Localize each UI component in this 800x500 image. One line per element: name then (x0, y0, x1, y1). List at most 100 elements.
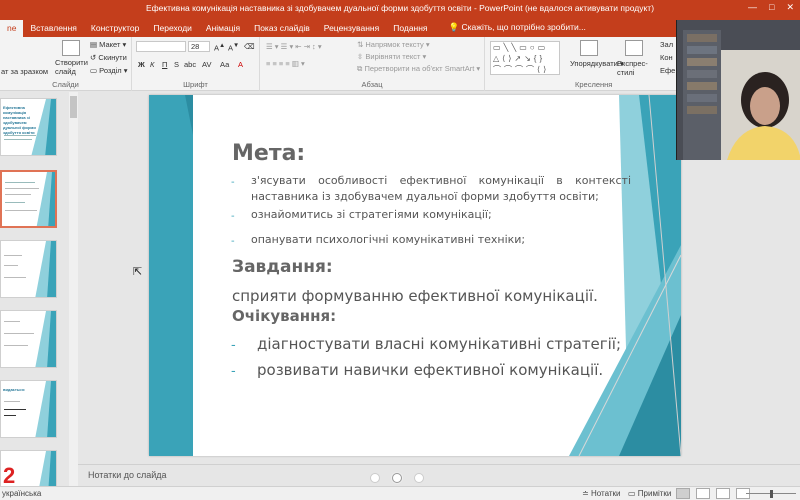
slide-thumbnail-selected[interactable] (0, 170, 57, 228)
smartart-button[interactable]: ⧉ Перетворити на об'єкт SmartArt ▾ (357, 64, 480, 74)
thumbnail-scrollbar[interactable] (69, 92, 78, 488)
goal-item: ознайомитись зі стратегіями комунікації; (251, 208, 492, 221)
notes-icon: ≐ (582, 489, 591, 498)
text-direction-button[interactable]: ⇅ Напрямок тексту ▾ (357, 40, 430, 49)
heading-tasks: Завдання: (232, 257, 333, 277)
language-indicator[interactable]: українська (2, 489, 41, 498)
font-family-field[interactable] (136, 41, 186, 52)
normal-view-icon[interactable] (676, 488, 690, 499)
slides-group-label: Слайди (52, 80, 79, 89)
shape-outline-button[interactable]: Кон (660, 53, 673, 62)
font-size-field[interactable]: 28 (188, 41, 210, 52)
tab-view[interactable]: Подання (386, 23, 434, 37)
thumbnail-line (5, 182, 35, 183)
slide-thumbnail[interactable]: видається: (0, 380, 57, 438)
heading-expectations: Очікування: (232, 307, 337, 325)
italic-button[interactable]: К (150, 60, 154, 69)
tab-review[interactable]: Рецензування (317, 23, 386, 37)
slide-thumbnail[interactable]: Ефективна комунікація наставника зі здоб… (0, 98, 57, 156)
indicator-dot (414, 473, 424, 483)
align-icons[interactable]: ≡ ≡ ≡ ≡ ▥ ▾ (266, 59, 305, 68)
shadow-button[interactable]: abc (184, 60, 196, 69)
thumbnail-line (4, 255, 22, 256)
bold-button[interactable]: Ж (138, 60, 145, 69)
font-group-label: Шрифт (183, 80, 208, 89)
bullets-icon[interactable]: ☰ ▾ ☰ ▾ ⇤ ⇥ ↕ ▾ (266, 42, 322, 51)
clear-format-icon[interactable]: ⌫ (244, 42, 255, 51)
lightbulb-icon: 💡 (448, 22, 462, 32)
expectation-item: діагностувати власні комунікативні страт… (257, 335, 622, 353)
slide-thumbnail[interactable] (0, 240, 57, 298)
paragraph-group-label: Абзац (361, 80, 383, 89)
comment-icon: ▭ (628, 489, 638, 498)
goal-item: з'ясувати особливості ефективної комунік… (251, 174, 631, 203)
change-case-button[interactable]: Аа (220, 60, 229, 69)
thumbnail-line (5, 188, 39, 189)
thumbnail-line (4, 345, 28, 346)
shapes-gallery[interactable]: ▭╲╲▭○▭△⟨⟩↗↘{}⌒⌒⌒⌒⟨⟩☆ (490, 41, 560, 75)
thumbnail-line (4, 277, 26, 278)
tab-insert[interactable]: Вставлення (23, 23, 83, 37)
bullet-marker: - (231, 211, 235, 222)
thumbnail-line (4, 321, 20, 322)
slide-canvas[interactable]: Мета: - з'ясувати особливості ефективної… (149, 95, 681, 456)
shape-fill-button[interactable]: Зал (660, 40, 673, 49)
notes-indicator-dots (370, 473, 424, 483)
shrink-font-icon[interactable]: A▼ (228, 42, 239, 53)
new-slide-icon (62, 40, 80, 56)
font-color-button[interactable]: A (238, 60, 243, 69)
slide-thumbnail[interactable] (0, 310, 57, 368)
scrollbar-thumb[interactable] (70, 96, 77, 118)
ribbon-group-font: 28 A▲ A▼ ⌫ Ж К П S abc AV Аа A Шрифт (132, 37, 260, 91)
section-button[interactable]: ▭ Розділ ▾ (90, 66, 127, 75)
slide-background-decoration (149, 95, 681, 456)
reading-view-icon[interactable] (716, 488, 730, 499)
tab-slideshow[interactable]: Показ слайдів (247, 23, 317, 37)
webcam-video (676, 20, 800, 160)
notes-pane[interactable]: Нотатки до слайда (78, 464, 800, 486)
new-slide-button[interactable]: Створити слайд (55, 58, 89, 76)
bullet-marker: - (231, 338, 236, 353)
status-bar: українська ≐ Нотатки ▭ Примітки (0, 486, 800, 500)
expectation-item: розвивати навички ефективної комунікації… (257, 361, 604, 379)
arrange-button[interactable]: Упорядкувати ▾ (570, 59, 624, 68)
close-icon[interactable]: ✕ (786, 2, 794, 13)
shape-effects-button[interactable]: Ефе (660, 66, 675, 75)
reset-button[interactable]: ↺ Скинути (90, 53, 127, 62)
thumbnail-number: 2 (3, 463, 16, 488)
thumbnail-decoration (36, 172, 55, 226)
strikethrough-button[interactable]: S (174, 60, 179, 69)
thumbnail-line (4, 139, 32, 140)
zoom-slider-handle[interactable] (770, 490, 773, 498)
slide-thumbnail[interactable]: 2 (0, 450, 57, 488)
maximize-icon[interactable]: □ (769, 2, 774, 13)
underline-button[interactable]: П (162, 60, 167, 69)
tab-home[interactable]: ne (0, 20, 24, 37)
char-spacing-button[interactable]: AV (202, 60, 211, 69)
thumbnail-heading: видається: (3, 387, 26, 392)
thumbnail-line (5, 194, 31, 195)
quick-styles-icon (625, 40, 643, 56)
tab-design[interactable]: Конструктор (84, 23, 146, 37)
quick-styles-button[interactable]: Експрес-стилі (617, 59, 648, 77)
tab-transitions[interactable]: Переходи (146, 23, 199, 37)
comments-button[interactable]: ▭ Примітки (628, 489, 671, 498)
thumbnail-line (4, 401, 20, 402)
notes-button[interactable]: ≐ Нотатки (582, 489, 620, 498)
slide-sorter-icon[interactable] (696, 488, 710, 499)
thumbnail-line (4, 265, 18, 266)
bullet-marker: - (231, 364, 236, 379)
title-bar: Ефективна комунікація наставника зі здоб… (0, 0, 800, 18)
view-buttons (676, 488, 750, 499)
thumbnail-line (5, 210, 37, 211)
minimize-icon[interactable]: — (748, 2, 757, 13)
window-controls: — □ ✕ (748, 2, 794, 13)
grow-font-icon[interactable]: A▲ (214, 42, 225, 53)
layout-button[interactable]: ▤ Макет ▾ (90, 40, 126, 49)
format-painter-button[interactable]: ат за зразком (1, 67, 48, 76)
tell-me-search[interactable]: 💡 Скажіть, що потрібно зробити... (435, 22, 593, 37)
align-text-button[interactable]: ⇳ Вирівняти текст ▾ (357, 52, 426, 61)
tab-animations[interactable]: Анімація (199, 23, 247, 37)
ribbon-group-slides: ат за зразком Створити слайд ▤ Макет ▾ ↺… (0, 37, 132, 91)
heading-goal: Мета: (232, 141, 306, 166)
